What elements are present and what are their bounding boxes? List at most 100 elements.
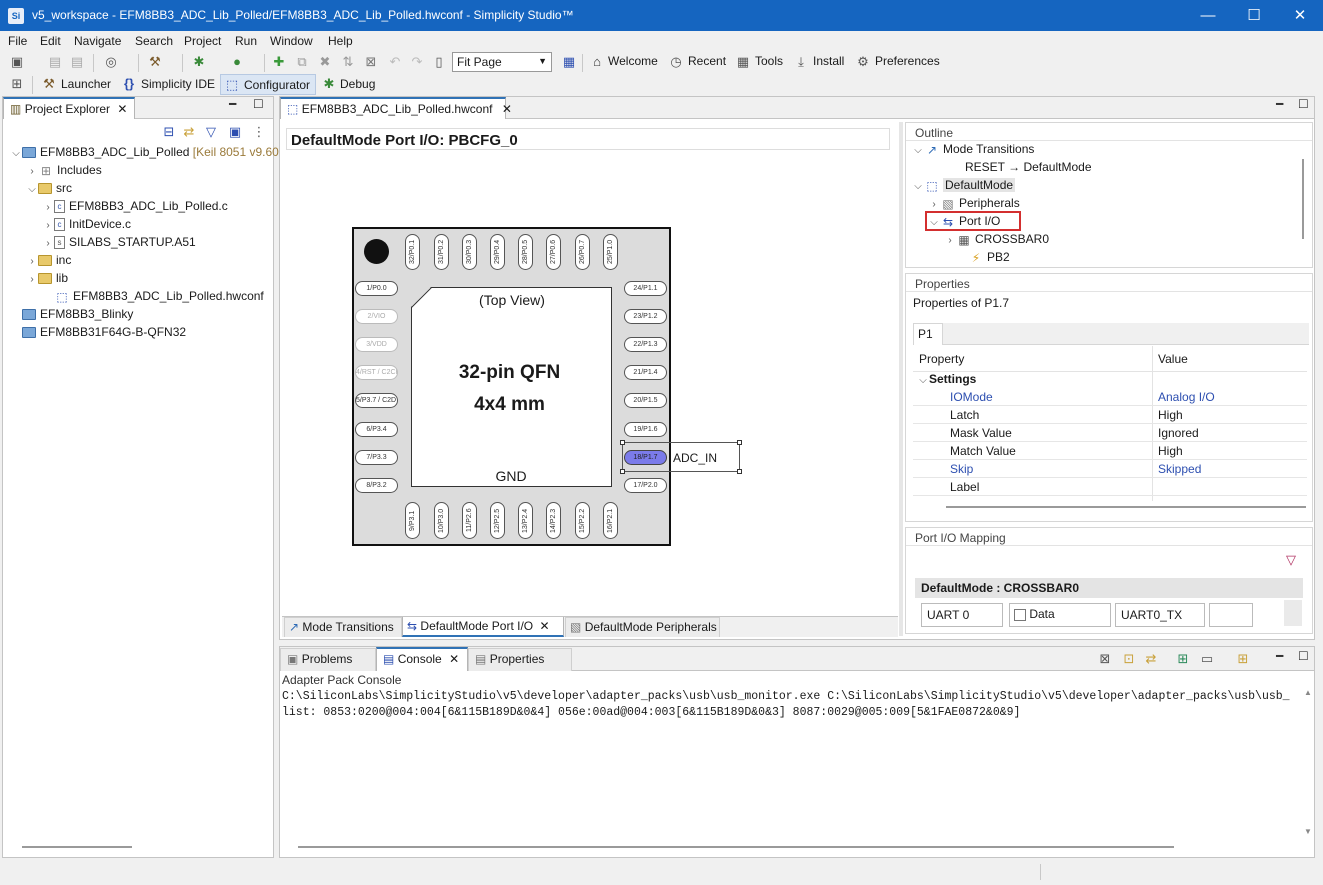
pin-console-icon[interactable]: ⊞ <box>1174 650 1192 668</box>
simplicity-ide-perspective[interactable]: Simplicity IDE <box>141 77 215 91</box>
pin-21-p1-4[interactable]: 21/P1.4 <box>624 365 667 380</box>
selection-handle[interactable] <box>737 440 742 445</box>
pin-11-p2-6[interactable]: 11/P2.6 <box>462 502 477 539</box>
tab-hwconf[interactable]: ⬚ EFM8BB3_ADC_Lib_Polled.hwconf ✕ <box>280 97 512 119</box>
close-icon[interactable]: ✕ <box>117 102 127 116</box>
selection-handle[interactable] <box>620 469 625 474</box>
pin-24-p1-1[interactable]: 24/P1.1 <box>624 281 667 296</box>
menu-search[interactable]: Search <box>135 34 173 48</box>
pin-32-p0-1[interactable]: 32/P0.1 <box>405 234 420 270</box>
tree-project-blinky[interactable]: EFM8BB3_Blinky <box>10 305 133 323</box>
word-wrap-icon[interactable]: ⇄ <box>1142 650 1160 668</box>
web-icon[interactable]: ◎ <box>102 53 120 71</box>
column-header-property[interactable]: Property <box>919 352 964 366</box>
vertical-scrollbar[interactable] <box>1284 600 1302 626</box>
outline-mode-transitions[interactable]: ⌵ ↗ Mode Transitions <box>912 140 1034 158</box>
save-icon[interactable]: ▤ <box>46 53 64 71</box>
outline-pb2[interactable]: ⚡ PB2 <box>956 248 1010 266</box>
maximize-view-icon[interactable]: ☐ <box>253 97 264 111</box>
maximize-view-icon[interactable]: ☐ <box>1298 97 1309 111</box>
pin-29-p0-4[interactable]: 29/P0.4 <box>490 234 505 270</box>
pin-4-rst[interactable]: 4/RST / C2CK <box>355 365 398 380</box>
add-icon[interactable]: ✚ <box>270 53 288 71</box>
mapping-cell-data[interactable]: Data <box>1009 603 1111 627</box>
pin-30-p0-3[interactable]: 30/P0.3 <box>462 234 477 270</box>
property-row-mask-value[interactable]: Mask Value Ignored <box>913 424 1307 442</box>
debug-bug-icon[interactable]: ✱ <box>190 53 208 71</box>
property-value[interactable]: High <box>1158 442 1183 460</box>
sash[interactable] <box>899 122 903 636</box>
mapping-cell-uart0-tx[interactable]: UART0_TX <box>1115 603 1205 627</box>
pin-9-p3-1[interactable]: 9/P3.1 <box>405 502 420 539</box>
property-row-label[interactable]: Label <box>913 478 1307 496</box>
launcher-perspective[interactable]: Launcher <box>61 77 111 91</box>
redo-icon[interactable]: ↷ <box>408 53 426 71</box>
pin-23-p1-2[interactable]: 23/P1.2 <box>624 309 667 324</box>
outline-peripherals[interactable]: › ▧ Peripherals <box>928 194 1019 212</box>
close-icon[interactable]: ✕ <box>539 619 549 633</box>
tree-includes[interactable]: › ⊞ Includes <box>26 161 101 179</box>
pin-16-p2-1[interactable]: 16/P2.1 <box>603 502 618 539</box>
outline-port-io[interactable]: ⌵ ⇆ Port I/O <box>928 212 1000 230</box>
collapse-all-icon[interactable]: ⊟ <box>160 123 178 141</box>
tools-button[interactable]: Tools <box>755 54 783 68</box>
validate-icon[interactable]: ⊠ <box>362 53 380 71</box>
pin-17-p2-0[interactable]: 17/P2.0 <box>624 478 667 493</box>
pin-5-p3-7[interactable]: 5/P3.7 / C2D <box>355 393 398 408</box>
chip-icon[interactable]: ▦ <box>560 53 578 71</box>
mapping-cell-uart0[interactable]: UART 0 <box>921 603 1003 627</box>
tree-file-main-c[interactable]: › c EFM8BB3_ADC_Lib_Polled.c <box>42 197 228 215</box>
pin-26-p0-7[interactable]: 26/P0.7 <box>575 234 590 270</box>
pin-10-p3-0[interactable]: 10/P3.0 <box>434 502 449 539</box>
pin-31-p0-2[interactable]: 31/P0.2 <box>434 234 449 270</box>
run-icon[interactable]: ● <box>228 53 246 71</box>
property-row-match-value[interactable]: Match Value High <box>913 442 1307 460</box>
menu-file[interactable]: File <box>8 34 27 48</box>
pin-7-p3-3[interactable]: 7/P3.3 <box>355 450 398 465</box>
close-icon[interactable]: ✕ <box>449 652 459 666</box>
tab-properties[interactable]: ▤ Properties <box>468 648 572 671</box>
tree-file-startup[interactable]: › s SILABS_STARTUP.A51 <box>42 233 196 251</box>
clear-console-icon[interactable]: ⊠ <box>1096 650 1114 668</box>
configurator-perspective[interactable]: ⬚ Configurator <box>220 74 316 95</box>
horizontal-scrollbar[interactable] <box>22 846 132 848</box>
display-console-icon[interactable]: ▭ <box>1198 650 1216 668</box>
menu-help[interactable]: Help <box>328 34 353 48</box>
tab-project-explorer[interactable]: ▥ Project Explorer ✕ <box>3 97 135 119</box>
pin-27-p0-6[interactable]: 27/P0.6 <box>546 234 561 270</box>
tab-defaultmode-peripherals[interactable]: ▧ DefaultMode Peripherals <box>565 617 720 637</box>
outline-crossbar0[interactable]: › ▦ CROSSBAR0 <box>944 230 1049 248</box>
column-header-value[interactable]: Value <box>1158 352 1188 366</box>
pin-2-vio[interactable]: 2/VIO <box>355 309 398 324</box>
chevron-down-icon[interactable]: ▼ <box>1304 827 1312 836</box>
recent-icon[interactable]: ◷ <box>667 53 685 71</box>
link-editor-icon[interactable]: ⇄ <box>180 123 198 141</box>
zoom-select[interactable]: Fit Page ▼ <box>452 52 552 72</box>
maximize-button[interactable]: ☐ <box>1231 0 1277 31</box>
maximize-view-icon[interactable]: ☐ <box>1298 649 1309 663</box>
tree-lib[interactable]: › lib <box>26 269 68 287</box>
minimize-button[interactable]: — <box>1185 0 1231 31</box>
pin-6-p3-4[interactable]: 6/P3.4 <box>355 422 398 437</box>
selection-handle[interactable] <box>620 440 625 445</box>
minimize-view-icon[interactable]: ━ <box>1276 649 1283 663</box>
settings-group[interactable]: ⌵ Settings <box>917 370 976 388</box>
pin-8-p3-2[interactable]: 8/P3.2 <box>355 478 398 493</box>
property-value[interactable]: Ignored <box>1158 424 1199 442</box>
tab-console[interactable]: ▤ Console ✕ <box>376 647 468 671</box>
property-value[interactable]: High <box>1158 406 1183 424</box>
minimize-view-icon[interactable]: ━ <box>229 97 236 111</box>
property-row-skip[interactable]: Skip Skipped <box>913 460 1307 478</box>
tab-p1[interactable]: P1 <box>913 323 943 345</box>
filter-icon[interactable]: ▽ <box>202 123 220 141</box>
property-value[interactable]: Analog I/O <box>1158 388 1215 406</box>
gear-icon[interactable]: ⚙ <box>854 53 872 71</box>
tree-src[interactable]: ⌵ src <box>26 179 72 197</box>
home-icon[interactable]: ⌂ <box>588 53 606 71</box>
tab-mode-transitions[interactable]: ↗ Mode Transitions <box>284 617 402 637</box>
pin-14-p2-3[interactable]: 14/P2.3 <box>546 502 561 539</box>
chevron-up-icon[interactable]: ▲ <box>1304 688 1312 697</box>
scroll-lock-icon[interactable]: ⊡ <box>1120 650 1138 668</box>
tree-project-adc[interactable]: ⌵ EFM8BB3_ADC_Lib_Polled [Keil 8051 v9.60… <box>10 143 289 161</box>
page-icon[interactable]: ▯ <box>430 53 448 71</box>
